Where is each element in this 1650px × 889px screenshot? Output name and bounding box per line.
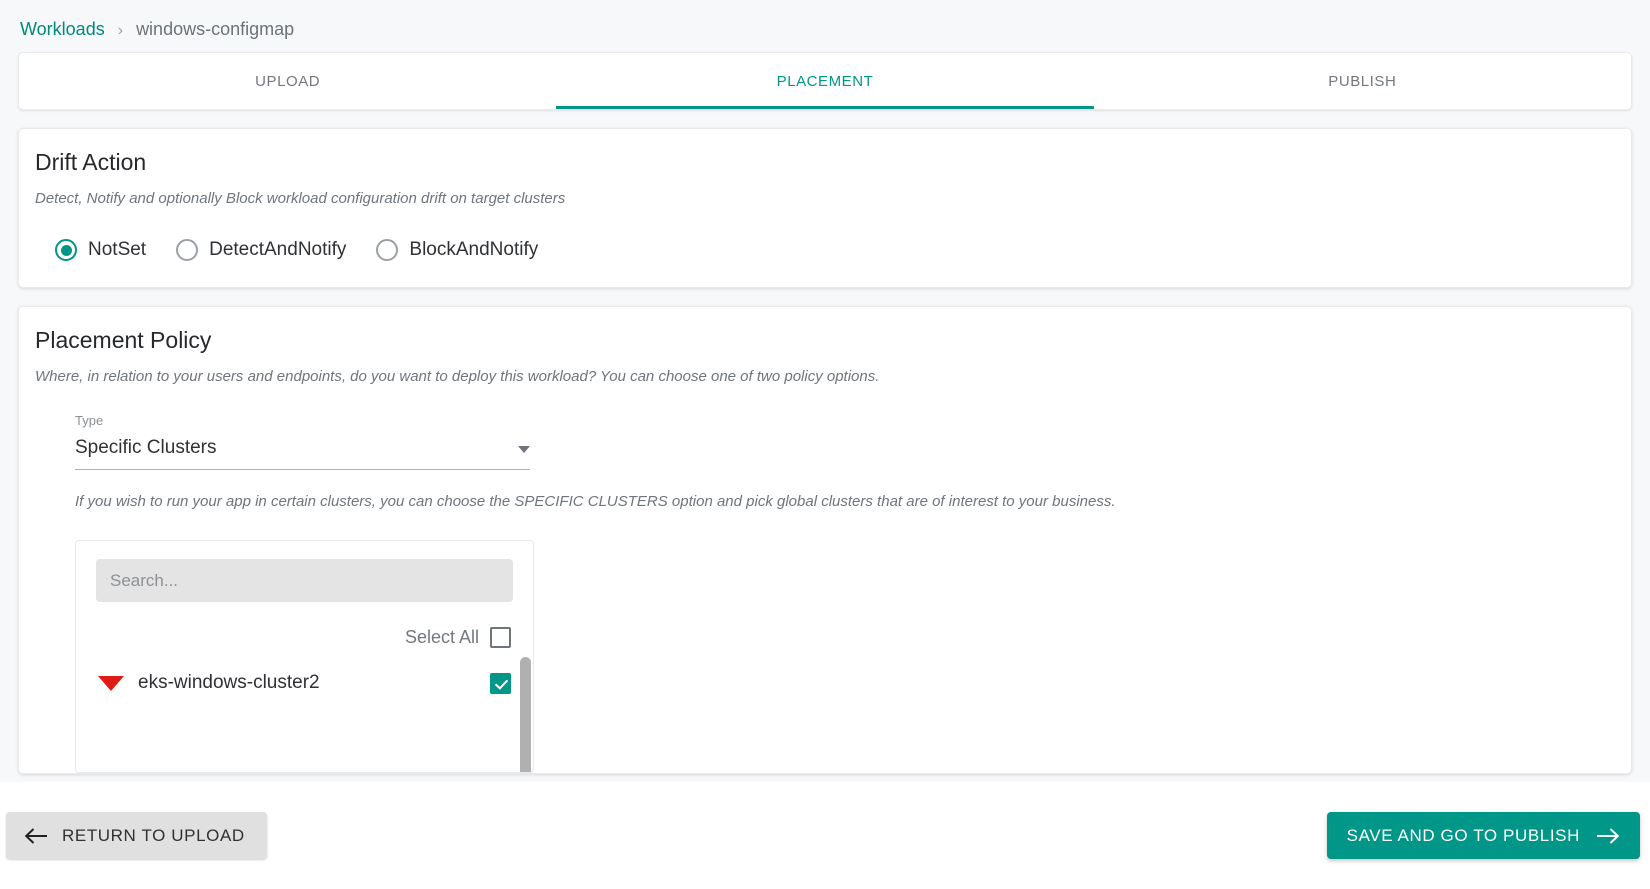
tab-publish[interactable]: PUBLISH: [1094, 53, 1631, 109]
radio-option-detectandnotify[interactable]: DetectAndNotify: [176, 239, 346, 261]
drift-action-subtitle: Detect, Notify and optionally Block work…: [35, 190, 566, 207]
tab-publish-label: PUBLISH: [1328, 72, 1397, 90]
placement-policy-card: Placement Policy Where, in relation to y…: [18, 306, 1632, 774]
wizard-tabbar: UPLOAD PLACEMENT PUBLISH: [18, 52, 1632, 110]
drift-action-card: Drift Action Detect, Notify and optional…: [18, 128, 1632, 288]
tab-placement[interactable]: PLACEMENT: [556, 53, 1094, 109]
radio-option-notset[interactable]: NotSet: [55, 239, 146, 261]
select-all-row: Select All: [76, 602, 533, 648]
radio-label-blockandnotify: BlockAndNotify: [409, 239, 539, 260]
radio-icon-notset: [55, 239, 77, 261]
expand-triangle-icon[interactable]: [98, 675, 124, 691]
tab-upload-label: UPLOAD: [255, 72, 321, 90]
placement-type-select[interactable]: Specific Clusters: [75, 436, 530, 470]
placement-type-field: Type Specific Clusters: [19, 387, 1631, 470]
placement-policy-subtitle: Where, in relation to your users and end…: [35, 368, 880, 385]
arrow-left-icon: [24, 827, 47, 844]
placement-type-hint: If you wish to run your app in certain c…: [75, 493, 1116, 510]
save-and-go-to-publish-button[interactable]: SAVE AND GO TO PUBLISH: [1326, 812, 1640, 859]
return-to-upload-button[interactable]: RETURN TO UPLOAD: [6, 812, 267, 859]
arrow-right-icon: [1597, 827, 1620, 844]
bottom-action-bar: RETURN TO UPLOAD SAVE AND GO TO PUBLISH: [0, 782, 1650, 889]
drift-action-title: Drift Action: [35, 149, 147, 175]
return-to-upload-label: RETURN TO UPLOAD: [62, 825, 245, 845]
cluster-list-scrollbar[interactable]: [520, 657, 532, 772]
select-all-checkbox[interactable]: [490, 627, 511, 648]
tab-placement-label: PLACEMENT: [776, 72, 874, 90]
radio-label-notset: NotSet: [88, 239, 147, 260]
radio-option-blockandnotify[interactable]: BlockAndNotify: [376, 239, 538, 261]
cluster-list-scrollbar-thumb[interactable]: [520, 657, 531, 772]
breadcrumb-current: windows-configmap: [136, 19, 295, 39]
chevron-down-icon: [518, 446, 530, 453]
cluster-checkbox[interactable]: [490, 672, 511, 694]
cluster-name-label: eks-windows-cluster2: [138, 672, 320, 693]
radio-icon-detectandnotify: [176, 239, 199, 261]
cluster-search-input[interactable]: [96, 559, 513, 602]
drift-action-radio-group: NotSet DetectAndNotify BlockAndNotify: [19, 209, 1631, 287]
save-and-go-to-publish-label: SAVE AND GO TO PUBLISH: [1346, 825, 1580, 845]
radio-icon-blockandnotify: [376, 239, 399, 261]
tab-upload[interactable]: UPLOAD: [19, 53, 556, 109]
placement-type-value: Specific Clusters: [75, 437, 217, 458]
placement-type-label: Type: [75, 413, 104, 428]
cluster-picker-panel: Select All eks-windows-cluster2: [75, 540, 534, 773]
breadcrumb-separator-icon: ›: [117, 22, 124, 39]
breadcrumb: Workloads › windows-configmap: [0, 0, 1650, 52]
select-all-label: Select All: [404, 627, 479, 647]
radio-label-detectandnotify: DetectAndNotify: [209, 239, 347, 260]
placement-policy-title: Placement Policy: [35, 327, 212, 353]
breadcrumb-link-workloads[interactable]: Workloads: [20, 19, 105, 39]
cluster-list-item[interactable]: eks-windows-cluster2: [76, 648, 533, 694]
